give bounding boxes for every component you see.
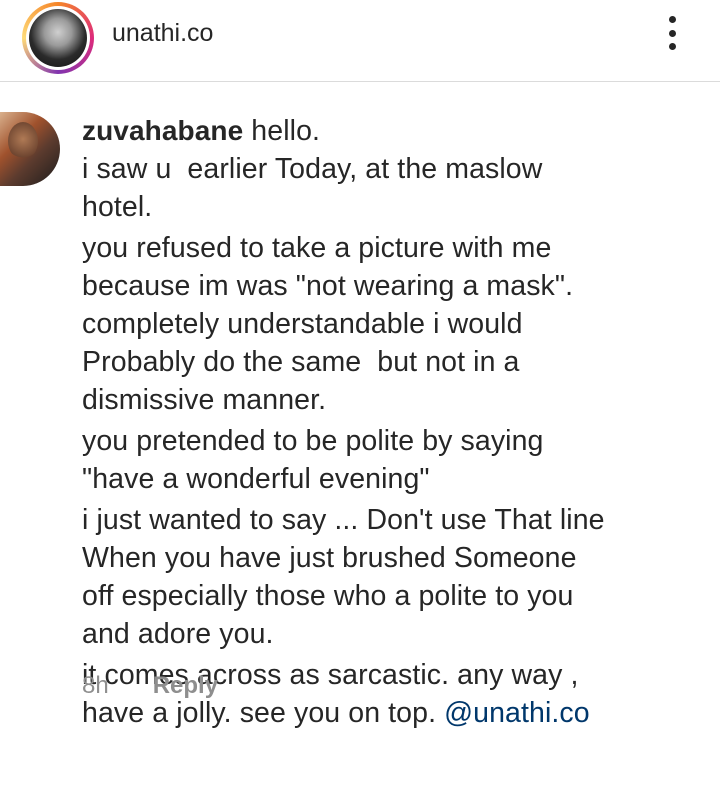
comment-paragraph: you refused to take a picture with me be… [82,232,574,416]
comment-paragraph: zuvahabane hello. i saw u earlier Today,… [82,112,712,226]
dot [668,29,676,37]
mention-link[interactable]: @unathi.co [444,697,590,729]
header-username[interactable]: unathi.co [112,18,213,48]
commenter-avatar[interactable] [0,112,60,186]
more-options-icon[interactable] [662,16,682,50]
dot [668,43,676,50]
dot [668,16,676,23]
comment-paragraph: you pretended to be polite by saying "ha… [82,425,544,495]
comment-author[interactable]: zuvahabane [82,115,243,146]
header-avatar [26,6,90,70]
comment-paragraph: i just wanted to say ... Don't use That … [82,504,605,650]
post-header: unathi.co [0,0,720,82]
comment-meta: 8h Reply [82,672,218,700]
comment-body: zuvahabane hello. i saw u earlier Today,… [82,112,712,735]
reply-button[interactable]: Reply [153,672,218,700]
avatar-face [8,122,38,160]
story-ring[interactable] [22,2,94,74]
comment-timestamp: 8h [82,672,109,699]
profile-photo [29,9,87,67]
